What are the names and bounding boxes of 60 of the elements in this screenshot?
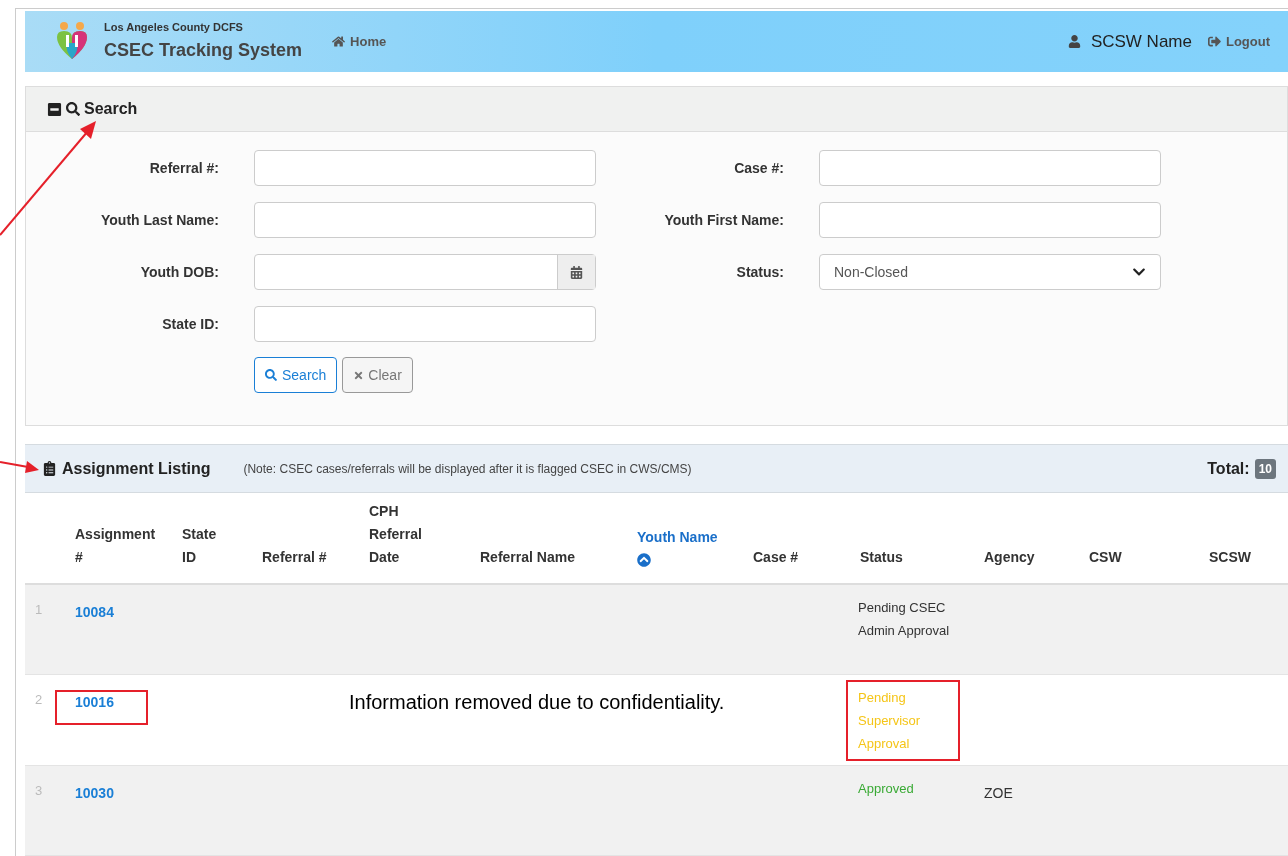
home-icon (332, 34, 346, 48)
column-header[interactable]: Agency (984, 545, 1061, 569)
field-label: Youth Last Name: (100, 210, 219, 230)
logout-link[interactable]: Logout (1207, 31, 1270, 52)
column-header[interactable]: Status (860, 545, 956, 569)
column-header[interactable]: Youth Name (637, 525, 725, 549)
column-header[interactable]: Assignment # (75, 522, 154, 569)
text-field[interactable] (254, 150, 596, 187)
text-field[interactable] (254, 202, 596, 239)
field-label: Youth DOB: (139, 262, 219, 282)
panel-title: Search (84, 99, 138, 120)
column-header[interactable]: Referral # (262, 545, 341, 569)
text-field[interactable] (254, 306, 596, 343)
column-header[interactable]: State ID (182, 522, 234, 569)
organization-name: Los Angeles County DCFS (104, 19, 244, 35)
status-text: Pending CSEC Admin Approval (857, 598, 951, 640)
logo-icon (55, 21, 89, 62)
assignment-link[interactable]: 10016 (55, 690, 148, 726)
assignment-link[interactable]: 10084 (55, 599, 148, 635)
field-label: State ID: (161, 314, 219, 334)
column-header[interactable]: Referral Name (480, 545, 609, 569)
total-label: Total: (1207, 458, 1250, 479)
user-name: SCSW Name (1090, 30, 1192, 53)
search-icon (66, 102, 80, 117)
status-text: Pending Supervisor Approval (846, 680, 960, 762)
collapse-icon (47, 101, 62, 117)
home-link[interactable]: Home (332, 31, 387, 52)
panel-title: Assignment Listing (62, 458, 211, 479)
sort-ascending-icon (637, 552, 651, 567)
text-field[interactable] (819, 202, 1161, 239)
logout-icon (1207, 34, 1221, 48)
table-cell: ZOE (984, 784, 1013, 801)
listing-note: (Note: CSEC cases/referrals will be displayed after it is flagged CSEC in CWS/CMS) (243, 460, 692, 478)
column-header[interactable]: CSW (1089, 545, 1181, 569)
clipboard-icon (42, 461, 57, 476)
date-field[interactable] (254, 254, 596, 291)
field-label: Case #: (733, 158, 784, 178)
clear-button[interactable]: Clear (342, 357, 413, 394)
total-count: 10 (1254, 458, 1276, 479)
annotation-text: Information removed due to confidentiality. (349, 690, 725, 716)
status-select[interactable]: Non-Closed (819, 254, 1161, 291)
field-label: Status: (735, 262, 784, 282)
search-button[interactable]: Search (254, 357, 338, 394)
annotation-arrow (0, 461, 39, 473)
search-icon (265, 369, 277, 382)
collapse-toggle[interactable] (47, 101, 62, 117)
column-header[interactable]: Case # (753, 545, 832, 569)
assignment-link[interactable]: 10030 (55, 780, 148, 816)
column-header[interactable]: SCSW (1209, 545, 1260, 569)
calendar-button[interactable] (557, 255, 595, 290)
status-text: Approved (857, 779, 915, 798)
calendar-icon (570, 265, 583, 279)
close-icon (353, 369, 365, 381)
column-header[interactable]: CPH Referral Date (369, 499, 452, 569)
field-label: Referral #: (148, 158, 219, 178)
user-icon (1067, 34, 1081, 48)
row-number: 2 (34, 691, 44, 710)
field-label: Youth First Name: (663, 210, 784, 230)
text-field[interactable] (819, 150, 1161, 187)
app-title: CSEC Tracking System (104, 39, 303, 63)
